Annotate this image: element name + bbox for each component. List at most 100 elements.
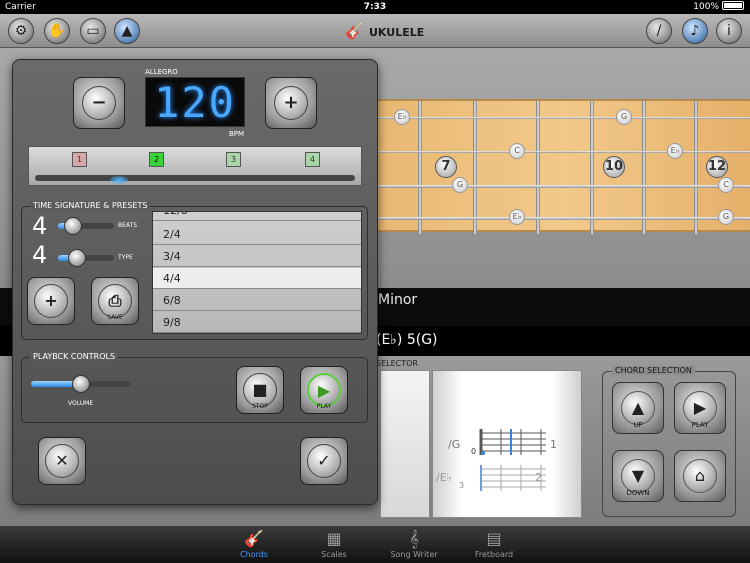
hand-icon: ✋	[48, 23, 66, 39]
string	[378, 151, 750, 153]
settings-button[interactable]: ⚙	[8, 18, 34, 44]
chord-up-button[interactable]: ▲ UP	[612, 382, 664, 434]
stop-label: STOP	[252, 403, 268, 410]
tab-label: Scales	[321, 550, 347, 559]
metronome-icon: ▲	[121, 23, 133, 39]
fret-wire	[536, 101, 540, 234]
chord-tab-number: 1	[550, 438, 557, 451]
tempo-decrease-button[interactable]: −	[73, 77, 125, 129]
instrument-name: UKULELE	[369, 26, 425, 39]
scales-icon: ▦	[326, 529, 342, 548]
beats-slider-knob[interactable]	[64, 217, 82, 235]
beat-2[interactable]: 2	[149, 152, 164, 167]
carrier-label: Carrier	[5, 2, 36, 12]
stop-button[interactable]: ■ STOP	[236, 366, 284, 414]
hand-button[interactable]: ✋	[44, 18, 70, 44]
add-preset-button[interactable]: +	[27, 277, 75, 325]
plus-icon: +	[274, 86, 308, 120]
type-label: TYPE	[118, 254, 133, 261]
type-slider-knob[interactable]	[68, 249, 86, 267]
volume-label: VOLUME	[68, 400, 94, 407]
tab-chords[interactable]: 🎸 Chords	[214, 526, 294, 563]
chord-tab-label: /G	[448, 438, 461, 451]
note-dot: G	[718, 209, 734, 225]
fret-wire	[642, 101, 646, 234]
preset-item[interactable]: 2/4	[153, 224, 361, 245]
confirm-button[interactable]: ✓	[300, 437, 348, 485]
stop-icon: ■	[243, 373, 277, 407]
tab-song-writer[interactable]: 𝄞 Song Writer	[374, 526, 454, 563]
home-icon: ⌂	[683, 459, 717, 493]
chord-tab-label: /E♭	[436, 471, 452, 484]
up-label: UP	[633, 421, 643, 429]
pick-button[interactable]: /	[646, 18, 672, 44]
note-dot: C	[718, 177, 734, 193]
selector-title: SELECTOR	[376, 359, 418, 368]
amp-button[interactable]: ▭	[80, 18, 106, 44]
chord-tab-number: 2	[535, 471, 542, 484]
tab-scales[interactable]: ▦ Scales	[294, 526, 374, 563]
tab-label: Chords	[240, 550, 268, 559]
string	[378, 117, 750, 119]
note-button[interactable]: ♪	[682, 18, 708, 44]
home-button[interactable]: ⌂	[674, 450, 726, 502]
beat-track	[35, 175, 355, 181]
tempo-increase-button[interactable]: +	[265, 77, 317, 129]
beat-glow	[110, 176, 128, 184]
note-dot: E♭	[509, 209, 525, 225]
beats-label: BEATS	[118, 222, 138, 229]
fretboard[interactable]: 7 10 12 E♭ G C E♭ G C E♭ G	[378, 99, 750, 234]
arrow-down-icon: ▼	[621, 459, 655, 493]
preset-list[interactable]: 12/8 2/4 3/4 4/4 6/8 9/8	[152, 211, 362, 334]
play-icon: ▶	[683, 391, 717, 425]
status-bar: Carrier 7:33 PM 100%	[0, 0, 750, 26]
string	[378, 217, 750, 220]
chord-selector-left-page[interactable]	[380, 370, 430, 518]
info-icon: i	[727, 23, 731, 39]
beat-3[interactable]: 3	[226, 152, 241, 167]
play-button[interactable]: ▶ PLAY	[300, 366, 348, 414]
info-button[interactable]: i	[716, 18, 742, 44]
tempo-name: ALLEGRO	[145, 68, 178, 76]
play-icon: ▶	[307, 373, 341, 407]
battery-percent: 100%	[693, 2, 719, 12]
note-dot: G	[616, 109, 632, 125]
preset-item[interactable]: 9/8	[153, 312, 361, 333]
type-value: 4	[32, 241, 48, 269]
plus-icon: +	[34, 284, 68, 318]
preset-item[interactable]: 6/8	[153, 290, 361, 311]
tab1-fret: 0	[471, 447, 477, 456]
save-label: SAVE	[107, 314, 123, 321]
cancel-button[interactable]: ✕	[38, 437, 86, 485]
bpm-display: 120	[145, 77, 245, 127]
battery-indicator: 100%	[693, 0, 744, 14]
fret-marker: 7	[435, 156, 457, 178]
chord-down-button[interactable]: ▼ DOWN	[612, 450, 664, 502]
beat-4[interactable]: 4	[305, 152, 320, 167]
play-label: PLAY	[691, 421, 709, 429]
tab-fretboard[interactable]: ▤ Fretboard	[454, 526, 534, 563]
preset-item[interactable]: 3/4	[153, 246, 361, 267]
volume-slider-knob[interactable]	[72, 375, 90, 393]
checkmark-icon: ✓	[307, 444, 341, 478]
gears-icon: ⚙	[14, 23, 28, 39]
treble-clef-icon: 𝄞	[409, 529, 419, 548]
preset-item[interactable]: 12/8	[153, 212, 361, 221]
fret-wire	[473, 101, 477, 234]
instrument-title[interactable]: 🎸 UKULELE	[345, 18, 485, 44]
note-dot: C	[509, 143, 525, 159]
beat-1[interactable]: 1	[72, 152, 87, 167]
guitar-icon: 🎸	[345, 21, 365, 40]
type-slider[interactable]	[58, 255, 114, 261]
time-signature-title: TIME SIGNATURE & PRESETS	[30, 201, 151, 210]
preset-item-selected[interactable]: 4/4	[153, 268, 361, 289]
fretboard-icon: ▤	[486, 529, 502, 548]
amp-icon: ▭	[86, 23, 100, 39]
save-preset-button[interactable]: ⎙ SAVE	[91, 277, 139, 325]
chord-selection-title: CHORD SELECTION	[612, 366, 695, 375]
save-icon: ⎙	[98, 284, 132, 318]
metronome-button[interactable]: ▲	[114, 18, 140, 44]
chord-play-button[interactable]: ▶ PLAY	[674, 382, 726, 434]
chord-name: Minor	[378, 292, 418, 308]
playback-title: PLAYBCK CONTROLS	[30, 352, 119, 361]
